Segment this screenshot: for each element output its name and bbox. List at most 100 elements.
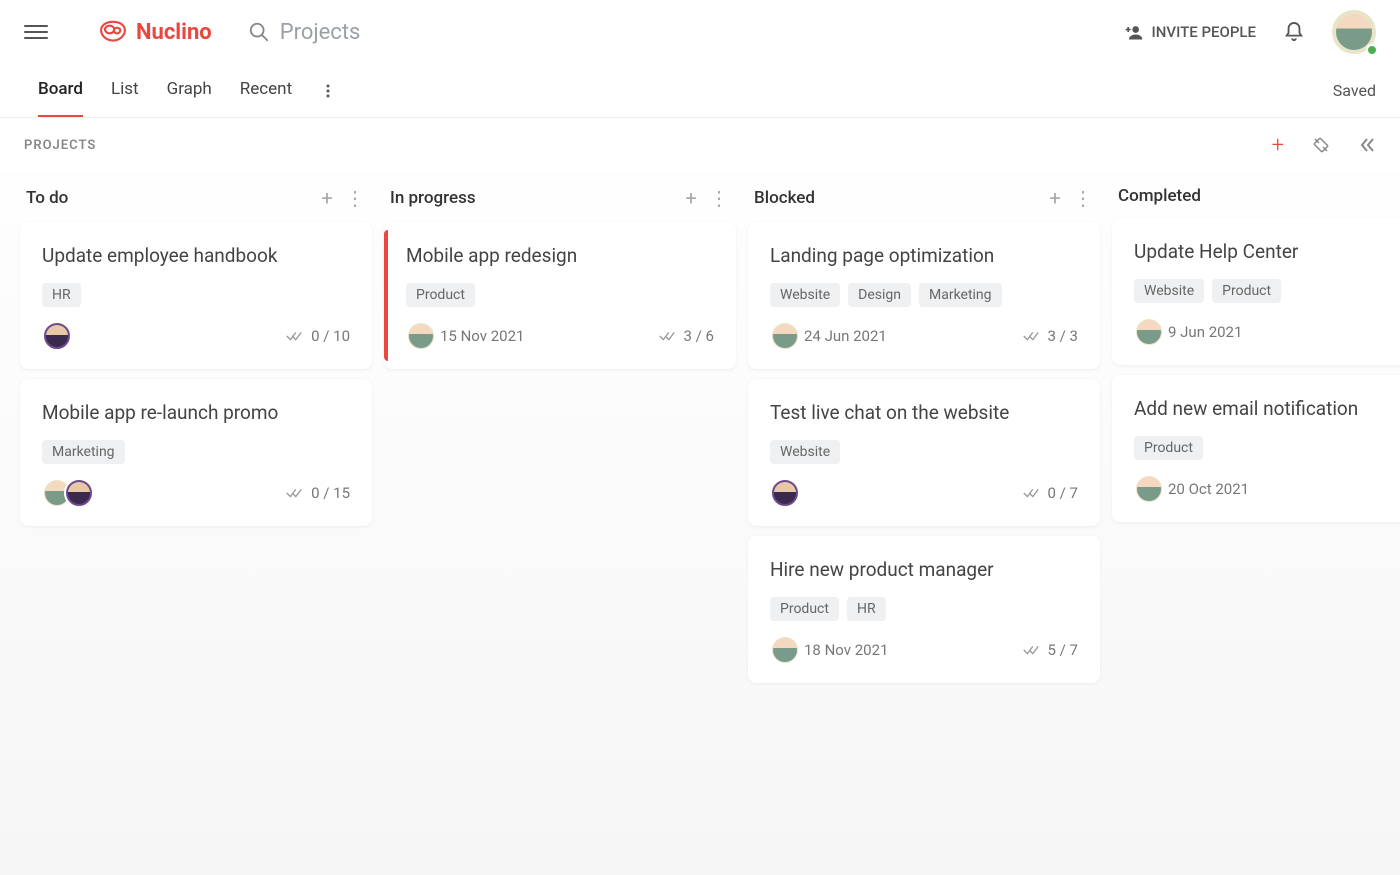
user-avatar[interactable] xyxy=(1332,10,1376,54)
add-card-button[interactable]: + xyxy=(1044,186,1066,210)
person-add-icon xyxy=(1124,24,1144,40)
add-item-button[interactable]: + xyxy=(1272,133,1284,158)
column-to-do: To do +⋮ Update employee handbook HR 0 / 10 M… xyxy=(20,172,372,855)
tab-board[interactable]: Board xyxy=(38,65,83,117)
card-tags: Website xyxy=(770,440,1078,464)
invite-people-button[interactable]: INVITE PEOPLE xyxy=(1124,23,1256,41)
avatar xyxy=(64,478,94,508)
card[interactable]: Add new email notificationProduct20 Oct … xyxy=(1112,375,1400,522)
tag: HR xyxy=(847,597,886,621)
card-progress: 3 / 3 xyxy=(1022,327,1079,345)
assignees xyxy=(1134,474,1156,504)
card-date: 24 Jun 2021 xyxy=(804,327,887,345)
column-header: Blocked +⋮ xyxy=(748,172,1100,222)
column-in-progress: In progress +⋮ Mobile app redesign Product 1… xyxy=(384,172,736,855)
column-title: To do xyxy=(26,188,68,208)
card-title: Landing page optimization xyxy=(770,244,1078,267)
card-footer: 9 Jun 2021 xyxy=(1134,317,1400,347)
avatar xyxy=(1134,317,1164,347)
tab-list[interactable]: List xyxy=(111,65,139,117)
saved-status: Saved xyxy=(1333,81,1376,100)
header-actions: INVITE PEOPLE xyxy=(1124,10,1376,54)
column-menu-icon[interactable]: ⋮ xyxy=(1072,186,1094,210)
tag: Product xyxy=(406,283,475,307)
tag: Website xyxy=(770,440,840,464)
tag: Product xyxy=(1134,436,1203,460)
brand-logo[interactable]: Nuclino xyxy=(96,18,212,46)
brand-name: Nuclino xyxy=(136,20,212,45)
assignees xyxy=(1134,317,1156,347)
card-title: Update employee handbook xyxy=(42,244,350,267)
card-footer: 0 / 7 xyxy=(770,478,1078,508)
avatar xyxy=(406,321,436,351)
tab-graph[interactable]: Graph xyxy=(167,65,212,117)
card-progress: 0 / 10 xyxy=(285,327,350,345)
bell-icon[interactable] xyxy=(1284,21,1304,43)
search-placeholder: Projects xyxy=(280,20,361,45)
avatar xyxy=(1134,474,1164,504)
online-status-indicator xyxy=(1366,44,1378,56)
card-footer: 20 Oct 2021 xyxy=(1134,474,1400,504)
card[interactable]: Update employee handbook HR 0 / 10 xyxy=(20,222,372,369)
more-icon[interactable] xyxy=(320,83,336,99)
avatar xyxy=(42,321,72,351)
card-tags: Product xyxy=(406,283,714,307)
avatar xyxy=(770,478,800,508)
column-blocked: Blocked +⋮ Landing page optimization Websit… xyxy=(748,172,1100,855)
column-completed: Completed Update Help CenterWebsiteProduc… xyxy=(1112,172,1400,855)
tag: Design xyxy=(848,283,911,307)
card[interactable]: Test live chat on the website Website 0 / … xyxy=(748,379,1100,526)
tag: Website xyxy=(770,283,840,307)
column-title: In progress xyxy=(390,188,476,208)
card-progress: 0 / 15 xyxy=(285,484,350,502)
card-progress: 5 / 7 xyxy=(1022,641,1079,659)
chevron-double-left-icon[interactable] xyxy=(1358,136,1376,154)
add-card-button[interactable]: + xyxy=(680,186,702,210)
card-title: Mobile app redesign xyxy=(406,244,714,267)
column-menu-icon[interactable]: ⋮ xyxy=(708,186,730,210)
app-header: Nuclino Projects INVITE PEOPLE xyxy=(0,0,1400,64)
column-title: Blocked xyxy=(754,188,815,208)
collapse-icon[interactable] xyxy=(1312,136,1330,154)
card-tags: ProductHR xyxy=(770,597,1078,621)
add-card-button[interactable]: + xyxy=(316,186,338,210)
search-icon xyxy=(248,21,270,43)
card[interactable]: Update Help CenterWebsiteProduct9 Jun 20… xyxy=(1112,218,1400,365)
kanban-board: To do+⋮Update employee handbookHR0 / 10M… xyxy=(0,172,1400,875)
assignees xyxy=(770,635,792,665)
nuclino-icon xyxy=(96,18,130,46)
assignees xyxy=(42,321,64,351)
card[interactable]: Landing page optimization Website Design Ma… xyxy=(748,222,1100,369)
avatar xyxy=(770,635,800,665)
tag: Website xyxy=(1134,279,1204,303)
card-tags: HR xyxy=(42,283,350,307)
card[interactable]: Mobile app re-launch promo Marketing 0 / 1… xyxy=(20,379,372,526)
card-title: Hire new product manager xyxy=(770,558,1078,581)
card[interactable]: Mobile app redesign Product 15 Nov 20213 /… xyxy=(384,222,736,369)
card-footer: 0 / 15 xyxy=(42,478,350,508)
card-date: 9 Jun 2021 xyxy=(1168,323,1242,341)
card-tags: Product xyxy=(1134,436,1400,460)
assignees xyxy=(770,478,792,508)
card-tags: WebsiteProduct xyxy=(1134,279,1400,303)
search-input[interactable]: Projects xyxy=(248,20,361,45)
subheader: PROJECTS + xyxy=(0,118,1400,172)
card-tags: Website Design Marketing xyxy=(770,283,1078,307)
card[interactable]: Hire new product managerProductHR18 Nov … xyxy=(748,536,1100,683)
menu-icon[interactable] xyxy=(24,20,48,44)
column-header: Completed xyxy=(1112,172,1400,218)
card-date: 20 Oct 2021 xyxy=(1168,480,1249,498)
card-progress: 3 / 6 xyxy=(658,327,715,345)
card-title: Test live chat on the website xyxy=(770,401,1078,424)
card-tags: Marketing xyxy=(42,440,350,464)
column-menu-icon[interactable]: ⋮ xyxy=(344,186,366,210)
column-header: To do +⋮ xyxy=(20,172,372,222)
card-title: Mobile app re-launch promo xyxy=(42,401,350,424)
card-footer: 0 / 10 xyxy=(42,321,350,351)
tab-recent[interactable]: Recent xyxy=(240,65,292,117)
card-footer: 15 Nov 20213 / 6 xyxy=(406,321,714,351)
tag: Marketing xyxy=(42,440,125,464)
tag: Marketing xyxy=(919,283,1002,307)
assignees xyxy=(770,321,792,351)
column-title: Completed xyxy=(1118,186,1201,206)
